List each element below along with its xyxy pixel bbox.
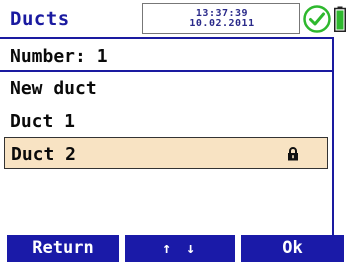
page-title: Ducts [10,8,70,30]
right-divider [332,37,334,235]
clock-display: 13:37:39 10.02.2011 [142,3,300,34]
list-item-label: Duct 2 [11,144,77,165]
clock-date: 10.02.2011 [189,18,255,29]
device-screen: Ducts 13:37:39 10.02.2011 Number: 1 New … [0,0,350,262]
list-item-label: Duct 1 [10,111,76,132]
duct-number-bar: Number: 1 [0,37,333,72]
check-circle-icon [303,5,331,33]
softkey-bar: Return ↑ ↓ Ok [0,235,350,262]
list-item-new-duct[interactable]: New duct [0,72,332,104]
navigate-up-down-button[interactable]: ↑ ↓ [125,235,235,262]
header: Ducts 13:37:39 10.02.2011 [0,0,350,36]
duct-list: New duct Duct 1 Duct 2 [0,72,332,234]
return-button[interactable]: Return [7,235,119,262]
lock-icon [288,147,298,161]
battery-icon [334,6,346,32]
list-item-duct-2[interactable]: Duct 2 [4,137,328,169]
duct-number-label: Number: 1 [10,46,108,67]
list-item-duct-1[interactable]: Duct 1 [0,105,332,137]
list-item-label: New duct [10,78,97,99]
ok-button[interactable]: Ok [241,235,344,262]
